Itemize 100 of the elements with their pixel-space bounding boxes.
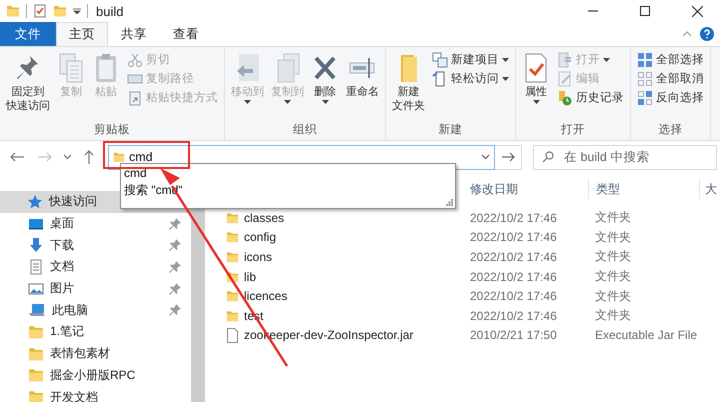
ribbon-button[interactable]: 全部选择 <box>634 50 707 69</box>
search-field[interactable]: 在 build 中搜索 <box>533 144 717 170</box>
nav-item[interactable]: 表情包素材 <box>0 342 192 364</box>
folder-icon <box>226 308 239 323</box>
pin-icon <box>169 304 182 316</box>
folder-icon <box>28 367 44 384</box>
file-name[interactable]: icons <box>226 250 463 264</box>
column-header[interactable]: 类型 <box>589 179 699 199</box>
new-folder-icon <box>53 4 67 18</box>
properties-icon[interactable] <box>33 4 47 18</box>
pin-icon <box>169 260 182 273</box>
dropdown-arrow-icon[interactable] <box>73 8 81 14</box>
search-icon <box>542 151 554 163</box>
ribbon-button[interactable]: 反向选择 <box>634 88 707 107</box>
resize-grip-icon[interactable] <box>446 199 453 206</box>
caret-icon <box>322 100 328 104</box>
table-cell-text: 2022/10/2 17:46 <box>469 250 558 264</box>
picture-icon <box>28 280 44 297</box>
ribbon-button[interactable]: 属性 <box>519 50 553 106</box>
nav-item[interactable]: 此电脑 <box>0 299 192 322</box>
invert-selection-icon <box>637 90 653 106</box>
maximize-icon <box>640 6 650 16</box>
folder-icon <box>226 250 239 264</box>
caret-icon <box>502 76 509 80</box>
window-title: build <box>96 4 124 18</box>
table-cell-text: 2022/10/2 17:46 <box>469 210 558 225</box>
download-icon <box>28 237 44 254</box>
folder-icon <box>28 346 44 362</box>
folder-icon <box>226 270 239 284</box>
close-icon <box>692 6 702 16</box>
table-cell-text: 2022/10/2 17:46 <box>469 308 558 323</box>
document-icon <box>28 258 44 275</box>
table-cell-text: 2022/10/2 17:46 <box>469 289 558 304</box>
nav-item[interactable]: 图片 <box>0 278 192 300</box>
ribbon-button[interactable]: 删除 <box>308 50 342 106</box>
ribbon-button[interactable]: 全部取消 <box>634 69 707 88</box>
nav-item[interactable]: 掘金小册版RPC <box>0 364 192 386</box>
ribbon-tab[interactable]: 文件 <box>0 22 56 46</box>
group-label: 选择 <box>658 122 684 138</box>
folder-icon <box>28 324 44 340</box>
group-label: 打开 <box>560 122 586 138</box>
folder-icon <box>226 230 239 244</box>
ribbon-button[interactable]: 固定到 快速访问 <box>3 50 53 115</box>
nav-item[interactable]: 桌面 <box>0 212 192 234</box>
caret-icon <box>284 100 291 104</box>
ribbon-tab[interactable]: 主页 <box>56 22 108 46</box>
ribbon-tab[interactable]: 共享 <box>108 22 160 46</box>
select-none-icon <box>637 70 653 86</box>
file-icon <box>226 328 239 343</box>
caret-icon <box>603 58 610 62</box>
table-cell-text: Executable Jar File <box>594 328 698 342</box>
table-cell-text: 2022/10/2 17:46 <box>469 270 558 284</box>
table-cell-text: 2022/10/2 17:46 <box>469 230 558 244</box>
nav-item[interactable]: 1.笔记 <box>0 321 192 343</box>
copy-icon <box>57 52 85 84</box>
select-all-icon <box>637 52 653 68</box>
ribbon-button[interactable]: 轻松访问 <box>429 69 512 88</box>
column-header[interactable]: 大 <box>700 179 720 199</box>
folder-icon <box>113 150 125 164</box>
folder-icon <box>28 389 44 402</box>
right-arrow-icon <box>502 152 514 162</box>
table-cell-text: 2010/2/21 17:50 <box>469 328 558 342</box>
caret-icon <box>532 100 540 104</box>
pin-icon <box>169 239 182 252</box>
collapse-ribbon-icon[interactable] <box>682 31 692 37</box>
ribbon-button[interactable]: 新建 文件夹 <box>389 50 428 115</box>
column-header[interactable]: 修改日期 <box>463 179 588 199</box>
caret-icon <box>502 58 509 62</box>
file-name[interactable]: licences <box>226 289 463 304</box>
pin-icon <box>169 218 182 230</box>
table-cell-text: 文件夹 <box>594 248 632 266</box>
up-arrow-icon <box>84 150 94 164</box>
laptop-icon <box>28 302 46 318</box>
scissors-icon <box>127 52 143 68</box>
file-name[interactable]: config <box>226 230 463 244</box>
file-name[interactable]: classes <box>226 210 463 225</box>
ribbon-button[interactable]: 新建项目 <box>429 50 512 69</box>
nav-item[interactable]: 下载 <box>0 234 192 256</box>
table-cell-text: 文件夹 <box>594 288 632 305</box>
ribbon-button[interactable]: 重命名 <box>343 50 382 101</box>
shortcut-icon <box>127 90 143 106</box>
folder-icon <box>226 289 239 304</box>
nav-item[interactable]: 文档 <box>0 256 192 278</box>
group-label: 新建 <box>438 122 464 138</box>
ribbon-button[interactable]: 历史记录 <box>554 88 627 107</box>
chevron-down-icon[interactable] <box>481 154 490 160</box>
go-button[interactable] <box>495 144 522 170</box>
history-icon <box>557 90 573 106</box>
table-cell-text: 文件夹 <box>594 307 632 324</box>
file-name[interactable]: lib <box>226 270 463 284</box>
help-icon[interactable] <box>700 27 714 41</box>
open-icon <box>557 52 573 68</box>
caret-icon <box>244 100 251 104</box>
back-arrow-icon <box>10 152 24 162</box>
folder-icon <box>226 210 239 225</box>
ribbon-tab[interactable]: 查看 <box>160 22 212 46</box>
folder-icon <box>6 4 20 18</box>
nav-item[interactable]: 开发文档 <box>0 386 192 402</box>
new-item-icon <box>432 52 448 68</box>
group-label: 组织 <box>292 122 318 138</box>
